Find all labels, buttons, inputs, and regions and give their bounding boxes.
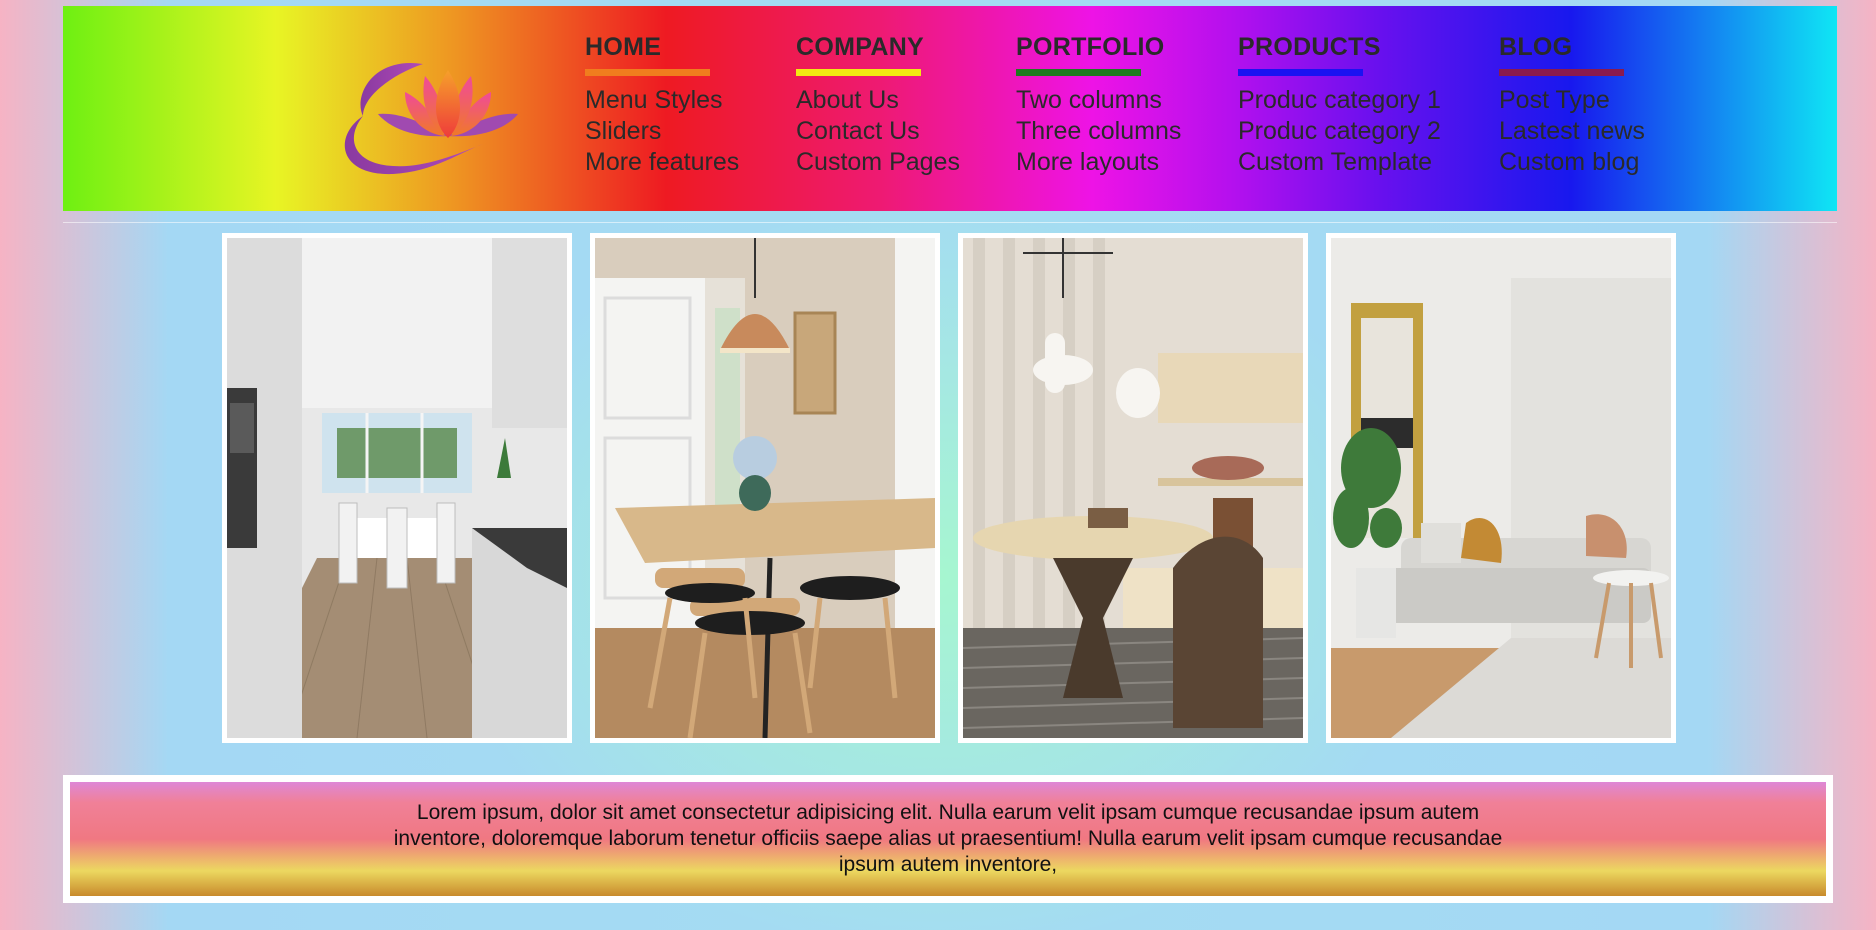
round-table-photo[interactable]	[958, 233, 1308, 743]
nav-item-three-columns[interactable]: Three columns	[1016, 116, 1181, 147]
nav-item-custom-pages[interactable]: Custom Pages	[796, 147, 960, 178]
nav-blog-title[interactable]: BLOG	[1499, 32, 1645, 62]
nav-company-underline	[796, 69, 921, 76]
nav-item-two-columns[interactable]: Two columns	[1016, 85, 1181, 116]
lotus-logo[interactable]	[333, 56, 563, 186]
nav-portfolio-title[interactable]: PORTFOLIO	[1016, 32, 1181, 62]
nav-products-title[interactable]: PRODUCTS	[1238, 32, 1441, 62]
nav-item-post-type[interactable]: Post Type	[1499, 85, 1645, 116]
nav-home-underline	[585, 69, 710, 76]
nav-home-title[interactable]: HOME	[585, 32, 739, 62]
nav-item-more-features[interactable]: More features	[585, 147, 739, 178]
nav-portfolio-underline	[1016, 69, 1141, 76]
nav-company-title[interactable]: COMPANY	[796, 32, 960, 62]
site-header: HOME Menu Styles Sliders More features C…	[63, 6, 1837, 211]
nav-item-product-category-2[interactable]: Produc category 2	[1238, 116, 1441, 147]
nav-item-about-us[interactable]: About Us	[796, 85, 960, 116]
nav-item-latest-news[interactable]: Lastest news	[1499, 116, 1645, 147]
nav-item-custom-template[interactable]: Custom Template	[1238, 147, 1441, 178]
nav-products-underline	[1238, 69, 1363, 76]
nav-item-more-layouts[interactable]: More layouts	[1016, 147, 1181, 178]
nav-item-menu-styles[interactable]: Menu Styles	[585, 85, 739, 116]
nav-column-company: COMPANY About Us Contact Us Custom Pages	[796, 32, 960, 178]
dining-room-photo[interactable]	[590, 233, 940, 743]
nav-item-custom-blog[interactable]: Custom blog	[1499, 147, 1645, 178]
footer-banner: Lorem ipsum, dolor sit amet consectetur …	[63, 775, 1833, 903]
living-room-photo[interactable]	[1326, 233, 1676, 743]
header-divider	[63, 222, 1837, 223]
nav-column-portfolio: PORTFOLIO Two columns Three columns More…	[1016, 32, 1181, 178]
nav-item-product-category-1[interactable]: Produc category 1	[1238, 85, 1441, 116]
nav-blog-underline	[1499, 69, 1624, 76]
footer-text: Lorem ipsum, dolor sit amet consectetur …	[393, 801, 1503, 876]
nav-item-sliders[interactable]: Sliders	[585, 116, 739, 147]
nav-column-home: HOME Menu Styles Sliders More features	[585, 32, 739, 178]
nav-column-products: PRODUCTS Produc category 1 Produc catego…	[1238, 32, 1441, 178]
nav-item-contact-us[interactable]: Contact Us	[796, 116, 960, 147]
nav-column-blog: BLOG Post Type Lastest news Custom blog	[1499, 32, 1645, 178]
footer-gradient-panel: Lorem ipsum, dolor sit amet consectetur …	[70, 782, 1826, 896]
kitchen-photo[interactable]	[222, 233, 572, 743]
